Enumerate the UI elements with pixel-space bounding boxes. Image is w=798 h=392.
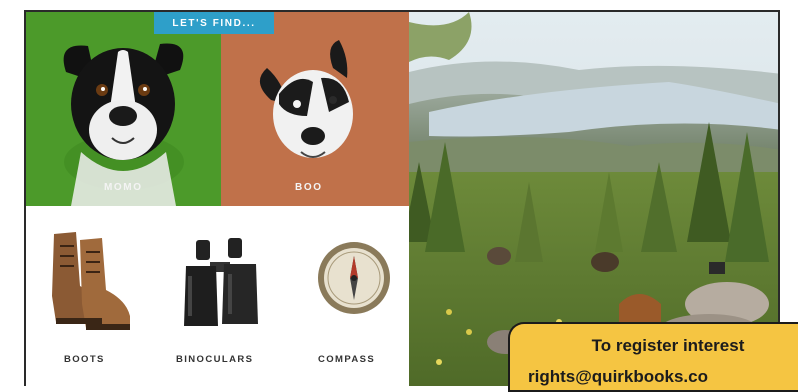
banner-line-1: To register interest xyxy=(591,336,745,355)
binoculars-icon xyxy=(184,238,258,326)
item-compass[interactable]: COMPASS xyxy=(304,226,404,366)
banner-email[interactable]: rights@quirkbooks.co xyxy=(528,367,708,387)
dog-card-momo[interactable]: MOMO xyxy=(26,12,221,206)
boo-dog-photo xyxy=(259,40,353,158)
momo-dog-photo xyxy=(63,43,184,206)
dog-card-boo[interactable]: BOO xyxy=(221,12,409,206)
boots-icon xyxy=(52,232,130,330)
item-label: BINOCULARS xyxy=(176,354,254,365)
items-panel: BOOTS BINOCULARS COMPASS xyxy=(26,206,409,386)
item-label: COMPASS xyxy=(318,354,376,365)
item-boots[interactable]: BOOTS xyxy=(36,226,136,366)
item-binoculars[interactable]: BINOCULARS xyxy=(166,226,276,366)
item-label: BOOTS xyxy=(64,354,105,365)
register-interest-banner[interactable]: To register interest rights@quirkbooks.c… xyxy=(508,322,798,392)
compass-icon xyxy=(318,242,390,314)
lets-find-badge: LET'S FIND... xyxy=(154,12,274,34)
dog-name-label: MOMO xyxy=(104,182,143,193)
dog-name-label: BOO xyxy=(295,182,323,193)
